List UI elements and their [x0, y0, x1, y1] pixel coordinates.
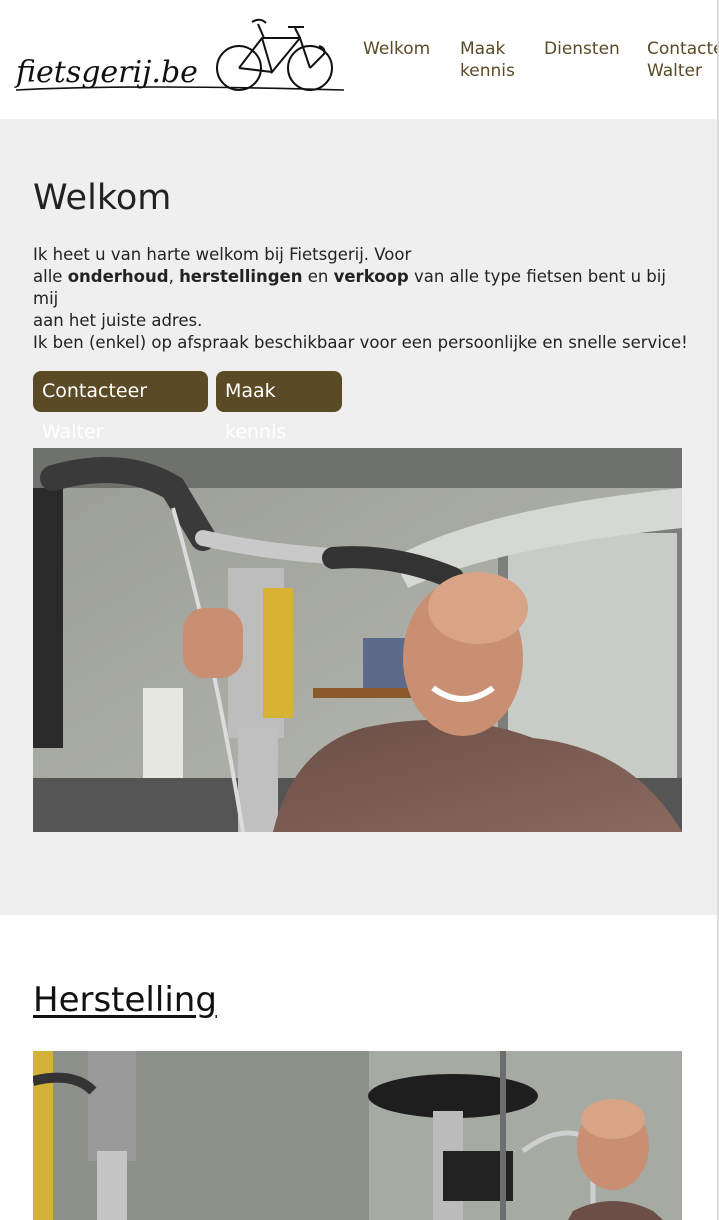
intro-text-c: en — [302, 267, 334, 286]
svg-text:fietsgerij.be: fietsgerij.be — [14, 55, 198, 90]
contact-walter-button[interactable]: Contacteer Walter — [33, 371, 208, 443]
nav-maak-kennis[interactable]: Maak kennis — [460, 38, 515, 82]
intro-line-1: Ik heet u van harte welkom bij Fietsgeri… — [33, 245, 412, 264]
nav-maak-kennis-line1: Maak — [460, 39, 506, 59]
intro-text-a: alle — [33, 267, 68, 286]
nav-maak-kennis-line2: kennis — [460, 61, 515, 81]
welcome-title: Welkom — [33, 178, 172, 218]
nav-contacteer-line1: Contacteer — [647, 39, 717, 59]
herstelling-photo — [33, 1051, 682, 1220]
intro-line-3: aan het juiste adres. — [33, 311, 203, 330]
nav-welkom-label: Welkom — [363, 39, 431, 59]
nav-welkom[interactable]: Welkom — [363, 38, 430, 60]
nav-diensten-label: Diensten — [544, 39, 620, 59]
nav-contacteer-walter[interactable]: Contacteer Walter — [647, 38, 717, 82]
site-header: fietsgerij.be Welkom Maak kennis Dienste… — [0, 0, 719, 119]
intro-bold-herstellingen: herstellingen — [179, 267, 303, 286]
nav-diensten[interactable]: Diensten — [544, 38, 620, 60]
welcome-photo — [33, 448, 682, 832]
welcome-intro: Ik heet u van harte welkom bij Fietsgeri… — [33, 244, 683, 332]
maak-kennis-button[interactable]: Maak kennis — [216, 371, 342, 443]
site-logo[interactable]: fietsgerij.be — [14, 14, 348, 96]
intro-bold-onderhoud: onderhoud — [67, 267, 169, 286]
appointment-note: Ik ben (enkel) op afspraak beschikbaar v… — [33, 333, 688, 352]
bicycle-logo-icon: fietsgerij.be — [14, 18, 345, 91]
herstelling-title: Herstelling — [33, 980, 217, 1020]
intro-bold-verkoop: verkoop — [333, 267, 409, 286]
nav-contacteer-line2: Walter — [647, 61, 702, 81]
intro-text-b: , — [168, 267, 180, 286]
